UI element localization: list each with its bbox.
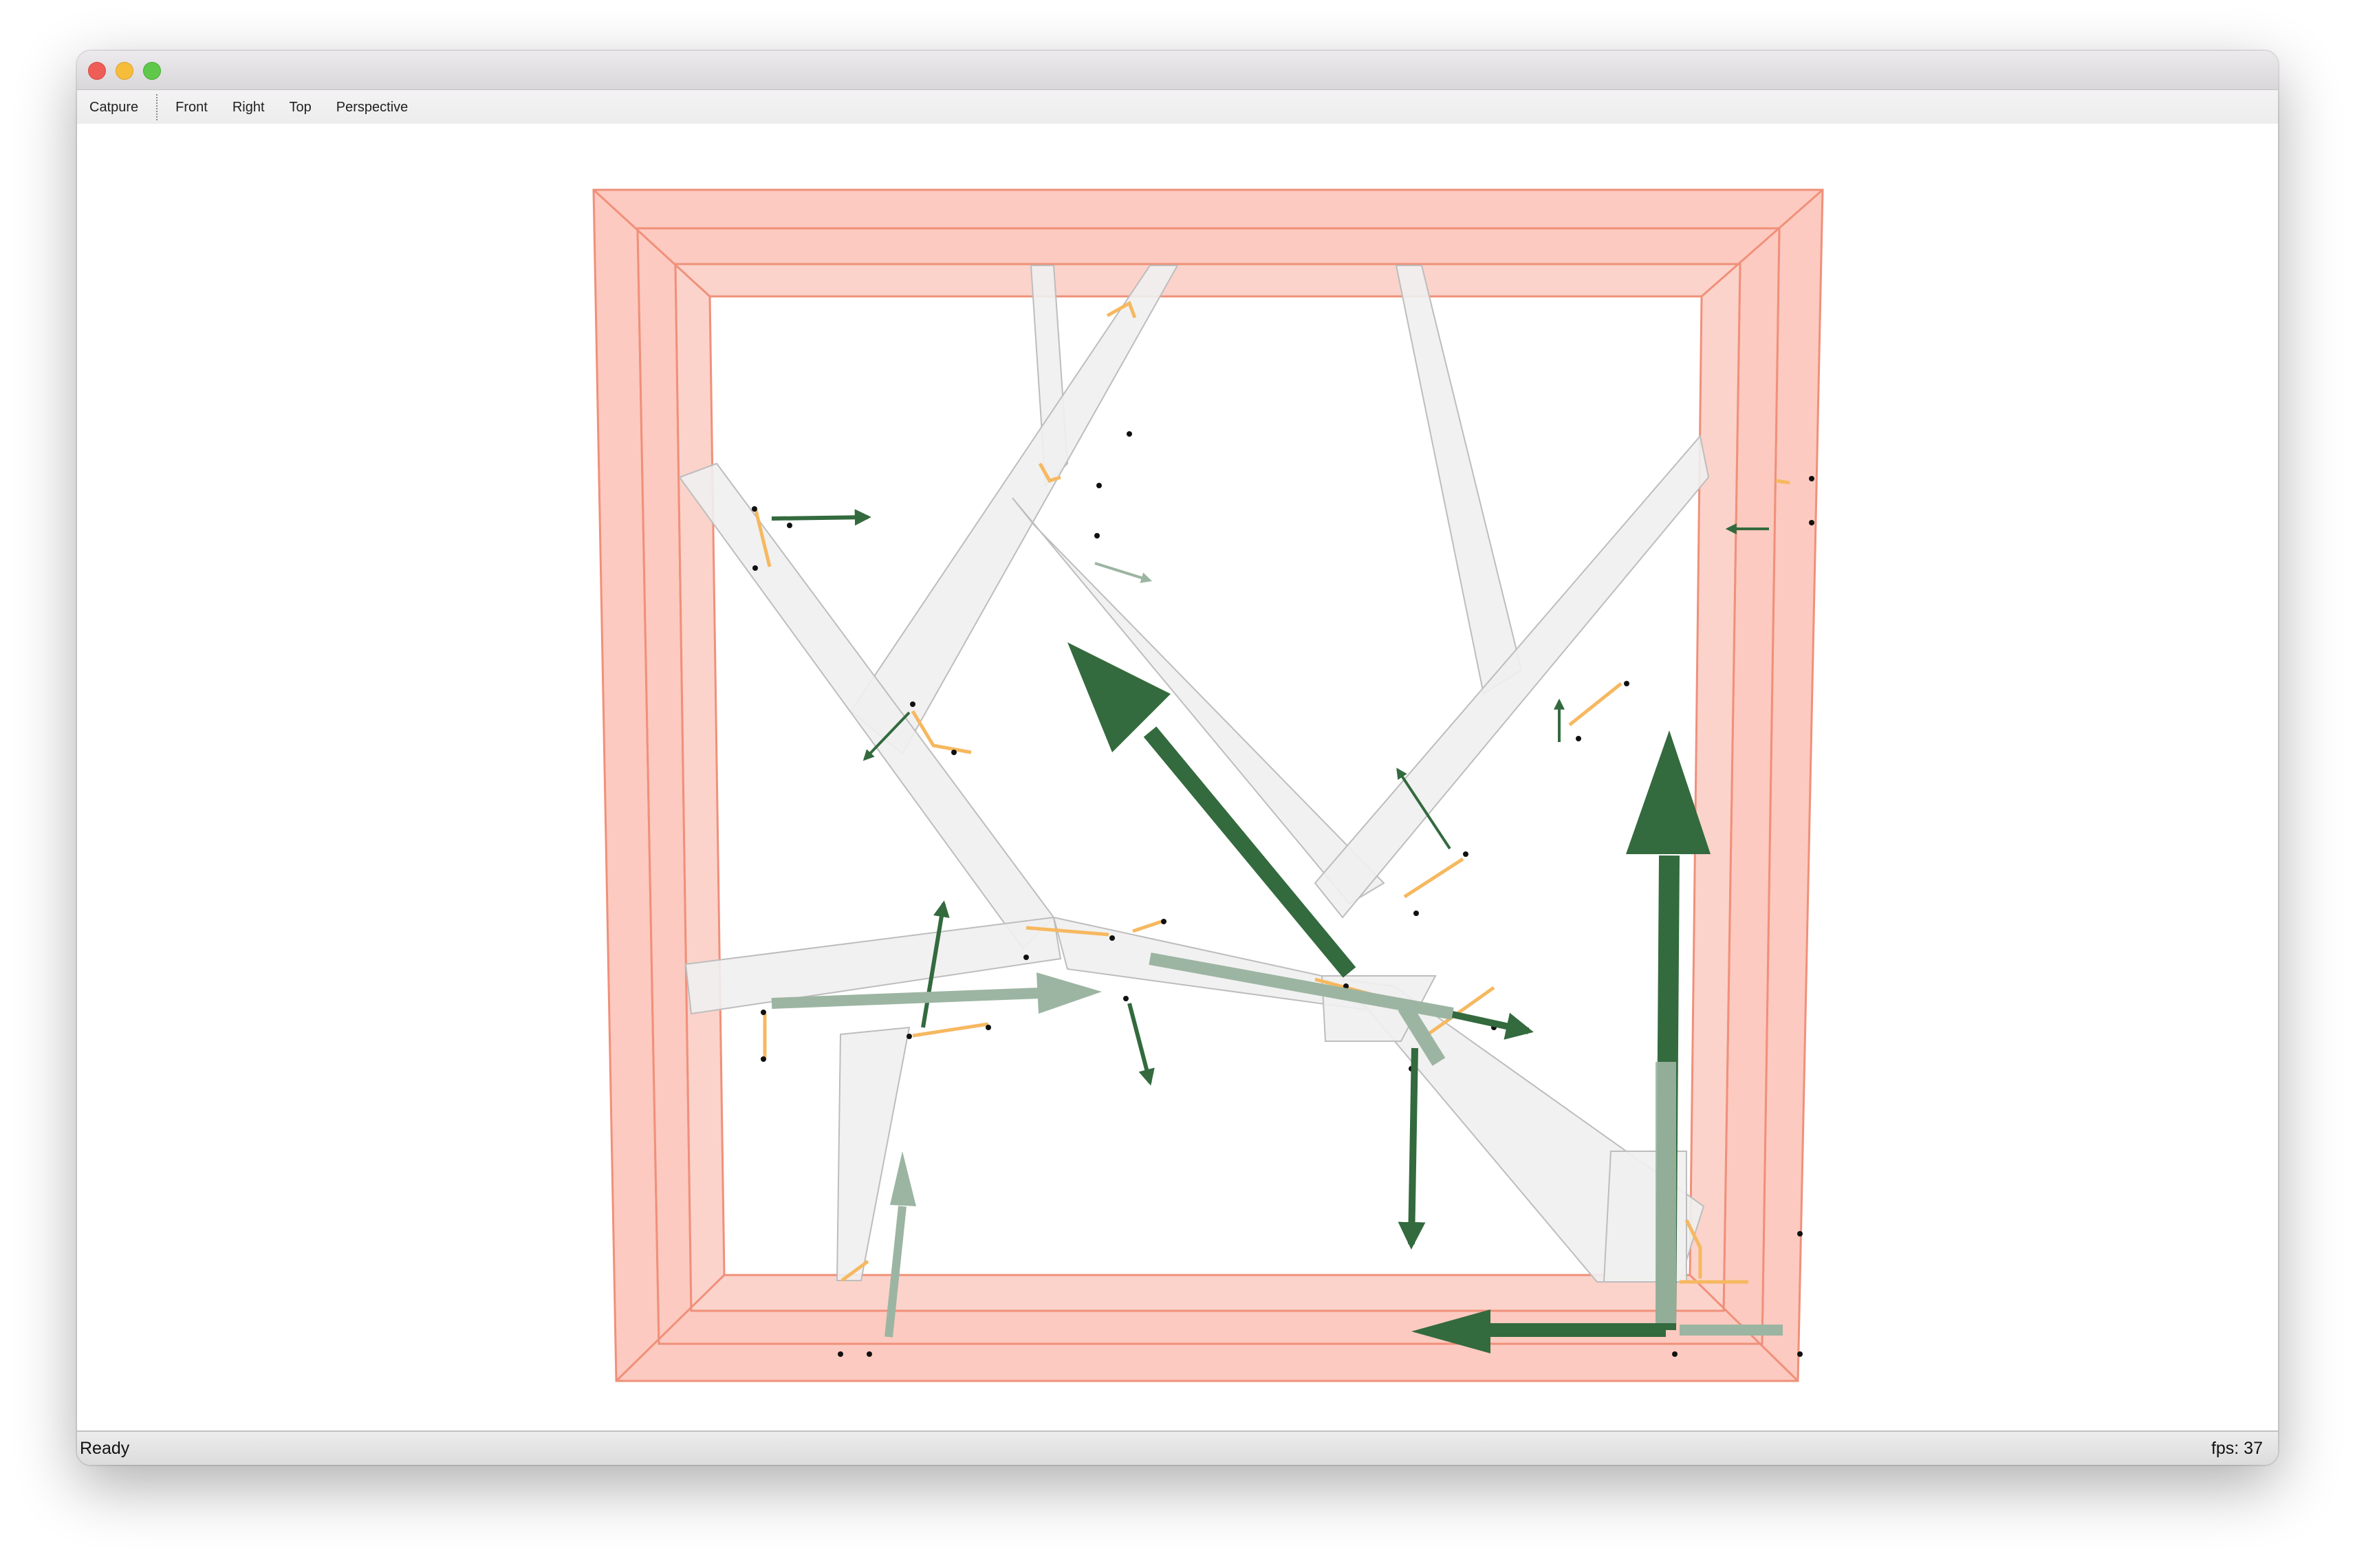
status-message: Ready — [80, 1439, 130, 1458]
status-bar: Ready fps: 37 — [77, 1430, 2278, 1465]
faded-arrowhead — [1037, 972, 1102, 1014]
node — [951, 750, 957, 755]
node — [867, 1351, 872, 1357]
perspective-view-button[interactable]: Perspective — [324, 90, 421, 124]
right-view-button[interactable]: Right — [220, 90, 277, 124]
node — [1161, 919, 1166, 924]
front-view-button[interactable]: Front — [163, 90, 220, 124]
node — [1127, 431, 1132, 437]
node — [1809, 520, 1814, 525]
node — [910, 701, 915, 707]
node — [1463, 851, 1468, 857]
title-bar — [77, 51, 2278, 89]
faded-arrowhead — [890, 1151, 916, 1206]
node — [752, 506, 757, 512]
close-window-button[interactable] — [88, 62, 106, 80]
node — [1576, 736, 1581, 741]
node — [1809, 476, 1814, 481]
node — [1094, 533, 1100, 538]
toolbar-separator — [156, 94, 158, 120]
node — [1096, 483, 1102, 488]
fps-counter: fps: 37 — [2211, 1439, 2263, 1458]
member — [1395, 265, 1523, 695]
node — [838, 1351, 843, 1357]
node — [761, 1056, 766, 1062]
top-view-button[interactable]: Top — [277, 90, 324, 124]
node — [1797, 1351, 1803, 1357]
capture-button[interactable]: Catpure — [77, 90, 151, 124]
node — [1797, 1231, 1803, 1237]
node — [1123, 996, 1129, 1001]
node — [1023, 955, 1029, 960]
3d-viewport[interactable] — [77, 124, 2278, 1430]
node — [986, 1025, 991, 1030]
force-arrow — [771, 509, 871, 526]
force-arrow — [1127, 1003, 1155, 1086]
faded-arrow — [1094, 562, 1153, 583]
node — [1413, 911, 1419, 916]
node — [761, 1010, 766, 1015]
node — [752, 565, 758, 571]
minimize-window-button[interactable] — [116, 62, 133, 80]
maximize-window-button[interactable] — [143, 62, 161, 80]
scene-canvas[interactable] — [77, 124, 2278, 1430]
node — [1672, 1351, 1678, 1357]
node — [907, 1034, 912, 1039]
app-window: Catpure Front Right Top Perspective Read… — [77, 51, 2278, 1465]
node — [787, 523, 792, 528]
member — [1012, 497, 1385, 905]
node — [1109, 935, 1115, 941]
force-arrow — [1398, 1047, 1426, 1250]
node — [1624, 681, 1629, 686]
